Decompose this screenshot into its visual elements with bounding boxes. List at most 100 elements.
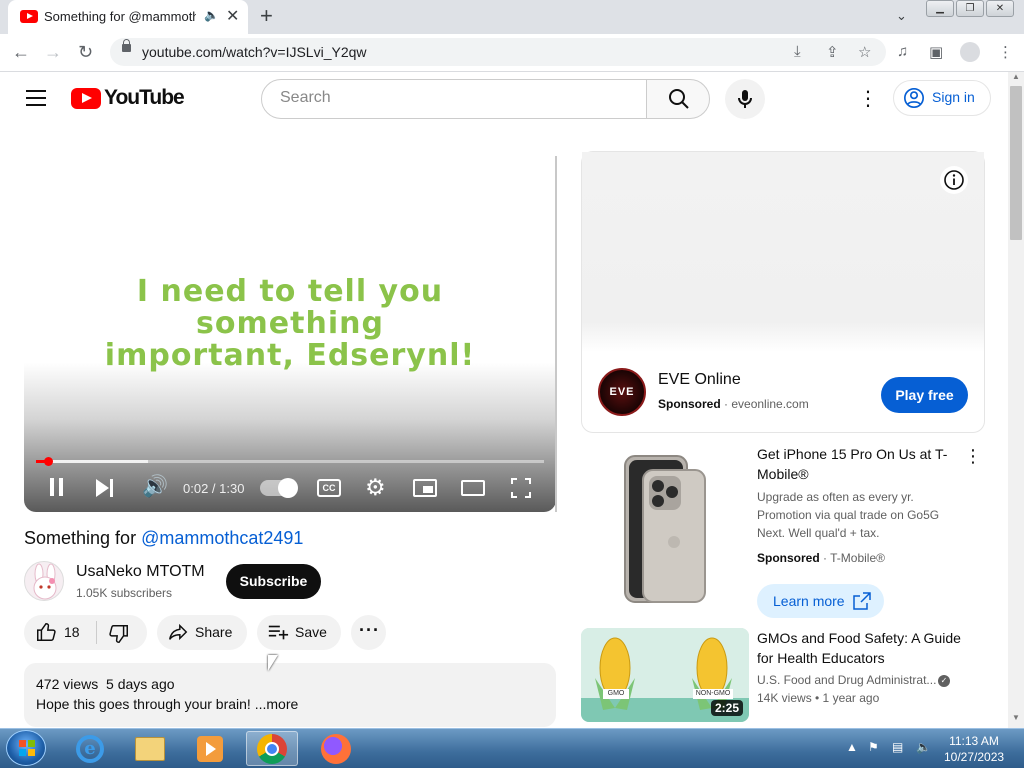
taskbar-media-player-icon[interactable]: [184, 731, 236, 766]
captions-icon[interactable]: CC: [317, 479, 341, 497]
url-text[interactable]: youtube.com/watch?v=IJSLvi_Y2qw: [142, 44, 367, 60]
share-arrow-icon: [169, 623, 188, 641]
thumbs-down-icon[interactable]: [108, 623, 130, 645]
account-circle-icon: [904, 88, 924, 108]
youtube-favicon-icon: [20, 10, 38, 23]
taskbar-chrome-icon[interactable]: [246, 731, 298, 766]
theater-mode-icon[interactable]: [461, 480, 485, 496]
video-overlay-text: I need to tell you something important, …: [24, 276, 556, 372]
browser-menu-icon[interactable]: ⋮: [998, 43, 1013, 61]
sign-in-label[interactable]: Sign in: [932, 89, 975, 105]
pause-icon[interactable]: [50, 478, 63, 496]
sponsored-label: Sponsored: [757, 551, 820, 565]
reload-icon[interactable]: ↻: [78, 42, 93, 63]
ad-title[interactable]: EVE Online: [658, 371, 741, 389]
description-box[interactable]: [24, 663, 556, 727]
voice-search-button[interactable]: [725, 79, 765, 119]
show-more-link[interactable]: ...more: [255, 696, 299, 712]
menu-icon[interactable]: [26, 90, 46, 106]
time-display: 0:02 / 1:30: [183, 481, 245, 496]
rec-channel[interactable]: U.S. Food and Drug Administrat...: [757, 673, 937, 687]
settings-kebab-icon[interactable]: ⋮: [858, 86, 878, 111]
minimize-icon[interactable]: ▁: [926, 0, 954, 17]
thumb-label-gmo: GMO: [607, 690, 625, 697]
install-app-icon[interactable]: ⤓: [794, 43, 801, 60]
search-button[interactable]: [646, 79, 710, 119]
speaker-icon[interactable]: 🔈: [204, 8, 219, 22]
profile-avatar-icon[interactable]: [960, 42, 980, 62]
ad-meta: Sponsored · eveonline.com: [658, 397, 809, 411]
description-body: Hope this goes through your brain!: [36, 696, 251, 712]
share-label[interactable]: Share: [195, 624, 232, 640]
view-count: 472 views: [36, 676, 99, 692]
taskbar-ie-icon[interactable]: e: [64, 731, 116, 766]
mouse-cursor: [268, 655, 278, 671]
scrollbar-thumb[interactable]: [1010, 86, 1022, 240]
save-label[interactable]: Save: [295, 624, 327, 640]
autoplay-toggle[interactable]: [260, 478, 298, 498]
search-input[interactable]: [278, 88, 618, 108]
clock-time: 11:13 AM: [949, 734, 999, 748]
eve-logo[interactable]: EVE: [598, 368, 646, 416]
subscriber-count: 1.05K subscribers: [76, 586, 173, 600]
next-video-icon[interactable]: [96, 479, 116, 497]
tray-network-icon[interactable]: ▤: [892, 740, 903, 754]
youtube-logo-icon[interactable]: [71, 88, 101, 109]
learn-more-label[interactable]: Learn more: [773, 593, 845, 609]
restore-icon[interactable]: ❐: [956, 0, 984, 17]
youtube-logo-text[interactable]: YouTube: [104, 86, 185, 110]
side-panel-icon[interactable]: ▣: [929, 43, 943, 61]
external-link-icon: [853, 592, 871, 610]
channel-name[interactable]: UsaNeko MTOTM: [76, 563, 205, 581]
subscribe-button[interactable]: Subscribe: [226, 564, 321, 599]
window-controls: ▁ ❐ ✕: [926, 0, 1018, 18]
forward-arrow-icon[interactable]: →: [44, 42, 62, 63]
tray-volume-icon[interactable]: 🔈: [916, 740, 931, 754]
iphone-ad-image[interactable]: [581, 446, 749, 606]
clock-date: 10/27/2023: [944, 750, 1005, 764]
tab-search-chevron-icon[interactable]: ⌄: [896, 8, 907, 24]
mention-link[interactable]: @mammothcat2491: [141, 528, 303, 548]
close-window-icon[interactable]: ✕: [986, 0, 1014, 17]
ad-banner[interactable]: [582, 152, 984, 352]
upload-age: 5 days ago: [106, 676, 175, 692]
rec-meta: 14K views • 1 year ago: [757, 691, 880, 705]
thumbs-up-icon: [37, 623, 56, 641]
miniplayer-icon[interactable]: [413, 479, 437, 497]
scroll-down-arrow-icon[interactable]: ▼: [1008, 713, 1024, 727]
back-arrow-icon[interactable]: ←: [12, 42, 30, 63]
tray-flag-icon[interactable]: ⚑: [868, 740, 879, 754]
windows-logo-icon: [19, 740, 35, 756]
iphone-illustration: [624, 455, 706, 603]
bookmark-star-icon[interactable]: ☆: [858, 43, 871, 61]
play-free-button[interactable]: Play free: [881, 377, 968, 413]
taskbar-explorer-icon[interactable]: [124, 731, 176, 766]
ad-info-button[interactable]: [940, 166, 968, 194]
share-page-icon[interactable]: ⇪: [826, 43, 839, 61]
ad2-more-icon[interactable]: ⋮: [964, 446, 982, 467]
start-button-icon[interactable]: [6, 730, 46, 766]
taskbar-firefox-icon[interactable]: [310, 731, 362, 766]
search-box[interactable]: [261, 79, 647, 119]
tray-expand-icon[interactable]: ▲: [846, 740, 858, 754]
search-icon: [669, 89, 689, 109]
ad2-title[interactable]: Get iPhone 15 Pro On Us at T-Mobile®: [757, 444, 952, 484]
scroll-up-arrow-icon[interactable]: ▲: [1008, 72, 1024, 86]
fullscreen-icon[interactable]: [511, 478, 531, 498]
ad2-description: Upgrade as often as every yr. Promotion …: [757, 490, 940, 540]
settings-gear-icon[interactable]: ⚙: [365, 474, 386, 501]
close-tab-icon[interactable]: ✕: [226, 6, 239, 26]
description-meta: 472 views 5 days ago: [36, 676, 175, 692]
like-count: 18: [64, 624, 80, 640]
pill-divider: [96, 621, 97, 644]
new-tab-icon[interactable]: +: [260, 3, 273, 29]
rec-title[interactable]: GMOs and Food Safety: A Guide for Health…: [757, 628, 967, 668]
tray-clock[interactable]: 11:13 AM 10/27/2023: [944, 733, 1004, 765]
scrubber-handle[interactable]: [44, 457, 53, 466]
sponsored-label: Sponsored: [658, 397, 721, 411]
channel-avatar[interactable]: [24, 561, 64, 601]
playlist-add-icon: [268, 625, 289, 640]
media-controls-icon[interactable]: ♫: [897, 43, 908, 60]
lock-icon[interactable]: [122, 39, 131, 52]
volume-icon[interactable]: 🔊: [142, 475, 168, 499]
